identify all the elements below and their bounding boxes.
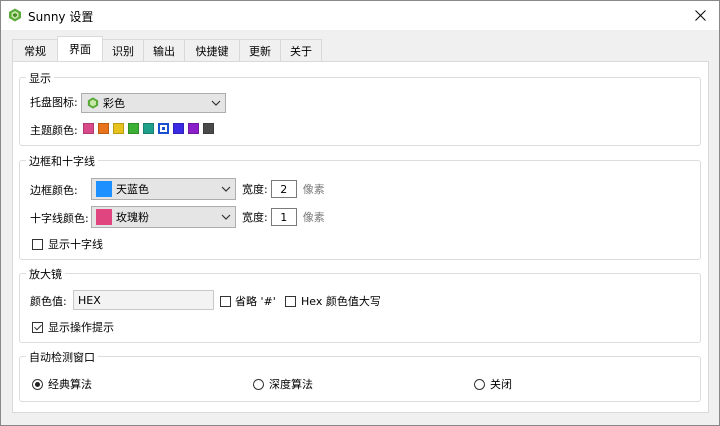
- border-color-swatch: [96, 181, 112, 197]
- theme-color-swatches: [83, 123, 218, 134]
- title-bar: Sunny 设置: [0, 0, 720, 30]
- settings-panel: 显示 托盘图标: 彩色 主题颜色: 边框和十字线 边框颜色: 天蓝色 宽度: 2…: [12, 61, 709, 413]
- auto-detect-group-title: 自动检测窗口: [26, 349, 98, 365]
- omit-hash-label: 省略 '#': [235, 295, 276, 308]
- hex-uppercase-checkbox[interactable]: [285, 295, 296, 307]
- theme-color-swatch[interactable]: [173, 123, 184, 134]
- theme-color-swatch[interactable]: [113, 123, 124, 134]
- theme-color-swatch[interactable]: [203, 123, 214, 134]
- cross-color-label: 十字线颜色:: [30, 212, 89, 225]
- cross-width-input[interactable]: 1: [270, 208, 297, 226]
- detect-off-radio[interactable]: [474, 378, 485, 390]
- chevron-down-icon: [221, 186, 231, 192]
- theme-color-label: 主题颜色:: [30, 124, 78, 137]
- theme-color-swatch[interactable]: [158, 123, 169, 134]
- tab-output[interactable]: 输出: [143, 39, 185, 61]
- show-cross-checkbox[interactable]: [32, 238, 43, 250]
- detect-deep-radio[interactable]: [253, 378, 264, 390]
- cross-color-swatch: [96, 209, 112, 225]
- cross-color-value: 玫瑰粉: [116, 211, 149, 224]
- tab-update[interactable]: 更新: [239, 39, 281, 61]
- tab-about[interactable]: 关于: [280, 39, 322, 61]
- omit-hash-checkbox[interactable]: [220, 295, 231, 307]
- cross-width-label: 宽度:: [242, 211, 268, 224]
- theme-color-swatch[interactable]: [83, 123, 94, 134]
- magnifier-group-title: 放大镜: [26, 266, 65, 282]
- hex-uppercase-label: Hex 颜色值大写: [301, 295, 381, 308]
- display-group: 显示 托盘图标: 彩色 主题颜色:: [19, 70, 701, 146]
- close-button[interactable]: [680, 0, 720, 30]
- tab-recognition[interactable]: 识别: [102, 39, 144, 61]
- show-tips-label: 显示操作提示: [48, 321, 114, 334]
- border-cross-group: 边框和十字线 边框颜色: 天蓝色 宽度: 2 像素 十字线颜色: 玫瑰粉 宽度:…: [19, 153, 701, 260]
- show-cross-label: 显示十字线: [48, 238, 103, 251]
- window-title: Sunny 设置: [28, 10, 94, 24]
- theme-color-swatch[interactable]: [143, 123, 154, 134]
- chevron-down-icon: [221, 214, 231, 220]
- border-width-label: 宽度:: [242, 183, 268, 196]
- tray-icon-label: 托盘图标:: [30, 96, 78, 109]
- detect-classic-radio[interactable]: [32, 378, 43, 390]
- auto-detect-group: 自动检测窗口 经典算法 深度算法 关闭: [19, 349, 701, 402]
- tray-icon-select[interactable]: 彩色: [81, 93, 226, 113]
- cross-width-unit: 像素: [302, 211, 325, 224]
- detect-off-label: 关闭: [490, 378, 512, 391]
- detect-deep-label: 深度算法: [269, 378, 313, 391]
- border-width-input[interactable]: 2: [270, 180, 297, 198]
- color-logo-icon: [87, 97, 99, 109]
- show-tips-checkbox[interactable]: [32, 321, 43, 333]
- color-value-input[interactable]: HEX: [73, 290, 214, 310]
- cross-color-select[interactable]: 玫瑰粉: [91, 206, 236, 228]
- border-cross-group-title: 边框和十字线: [26, 153, 98, 169]
- magnifier-group: 放大镜 颜色值: HEX 省略 '#' Hex 颜色值大写 显示操作提示: [19, 266, 701, 343]
- border-color-label: 边框颜色:: [30, 184, 78, 197]
- tab-general[interactable]: 常规: [12, 39, 58, 61]
- theme-color-swatch[interactable]: [128, 123, 139, 134]
- border-color-select[interactable]: 天蓝色: [91, 178, 236, 200]
- display-group-title: 显示: [26, 70, 54, 86]
- theme-color-swatch[interactable]: [98, 123, 109, 134]
- tab-shortcuts[interactable]: 快捷键: [184, 39, 240, 61]
- border-color-value: 天蓝色: [116, 183, 149, 196]
- detect-classic-label: 经典算法: [48, 378, 92, 391]
- color-value-label: 颜色值:: [30, 295, 67, 308]
- tray-icon-value: 彩色: [103, 97, 125, 110]
- tab-interface[interactable]: 界面: [57, 36, 103, 61]
- chevron-down-icon: [211, 100, 221, 106]
- theme-color-swatch[interactable]: [188, 123, 199, 134]
- close-icon: [694, 9, 706, 21]
- tab-bar: 常规 界面 识别 输出 快捷键 更新 关于: [12, 36, 322, 61]
- border-width-unit: 像素: [302, 183, 325, 196]
- app-logo-icon: [9, 8, 21, 22]
